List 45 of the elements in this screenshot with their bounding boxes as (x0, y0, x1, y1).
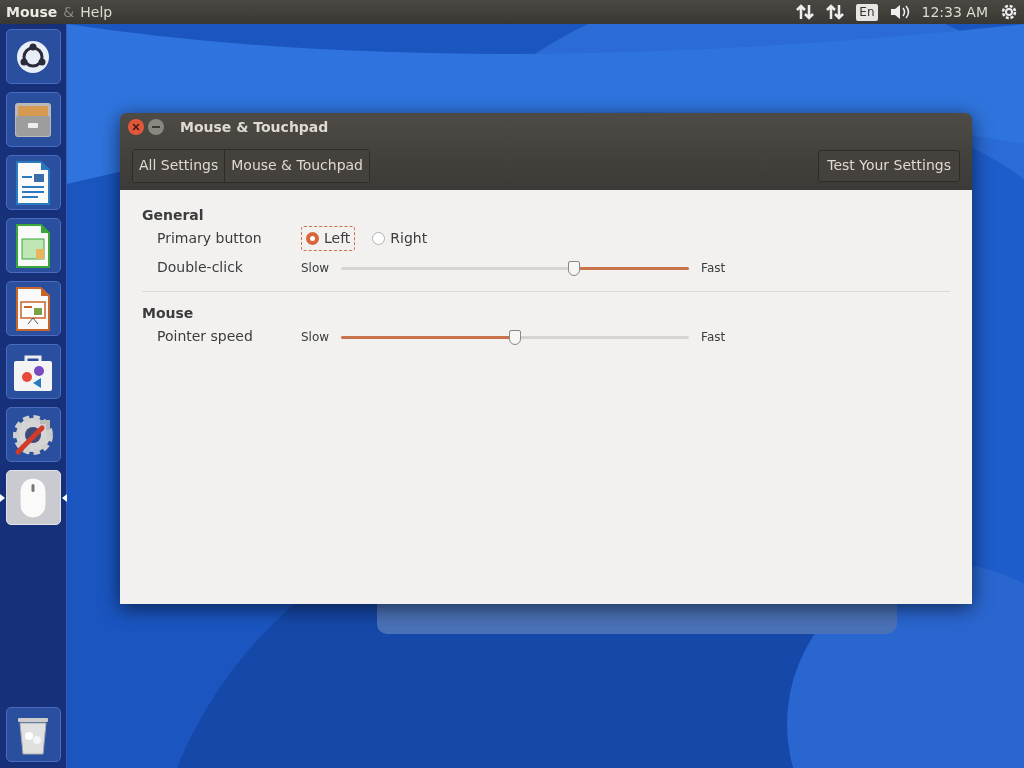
trash-button[interactable] (5, 707, 61, 762)
slow-label: Slow (301, 328, 330, 345)
app-name: Mouse (6, 2, 58, 22)
slider[interactable] (341, 260, 690, 275)
clock[interactable]: 12:33 AM (921, 1, 988, 23)
document-icon (13, 222, 53, 269)
slider[interactable] (341, 329, 690, 344)
launcher-item[interactable] (5, 281, 61, 336)
keyboard-layout-indicator[interactable]: En (856, 3, 878, 21)
volume-icon[interactable] (889, 4, 910, 20)
ubuntu-logo-icon (16, 39, 50, 74)
window-title: Mouse & Touchpad (180, 117, 329, 137)
radio-option[interactable]: Left (301, 226, 356, 251)
section-heading: Mouse (142, 304, 195, 322)
document-icon (13, 159, 53, 206)
launcher-item[interactable] (5, 344, 61, 399)
radio-button[interactable] (306, 232, 319, 245)
fast-label: Fast (701, 259, 726, 276)
launcher-item[interactable] (5, 407, 61, 462)
close-button[interactable] (128, 119, 144, 135)
fast-label: Fast (701, 328, 726, 345)
minimize-icon (152, 126, 160, 128)
launcher-item[interactable] (5, 218, 61, 273)
setting-label: Double-click (157, 258, 244, 277)
slider-thumb[interactable] (509, 329, 522, 345)
menu-item[interactable]: Help (80, 1, 113, 23)
network-arrows-icon[interactable] (796, 4, 815, 20)
power-gear-icon[interactable] (1000, 3, 1018, 21)
section-heading: General (142, 206, 205, 224)
launcher-item[interactable] (5, 29, 61, 84)
setting-label: Primary button (157, 229, 263, 248)
slow-label: Slow (301, 259, 330, 276)
document-icon (13, 285, 53, 332)
minimize-button[interactable] (148, 119, 164, 135)
breadcrumb-button[interactable]: Mouse & Touchpad (224, 149, 369, 182)
breadcrumb-button[interactable]: All Settings (133, 149, 225, 182)
slider-thumb[interactable] (568, 260, 581, 276)
radio-button[interactable] (372, 232, 386, 245)
launcher-item[interactable] (5, 155, 61, 210)
setting-label: Pointer speed (157, 327, 254, 346)
radio-option[interactable]: Right (367, 226, 433, 251)
network-arrows-icon[interactable] (826, 4, 845, 20)
test-settings-button[interactable]: Test Your Settings (818, 149, 960, 182)
launcher-item[interactable] (5, 92, 61, 147)
close-icon (132, 123, 140, 131)
